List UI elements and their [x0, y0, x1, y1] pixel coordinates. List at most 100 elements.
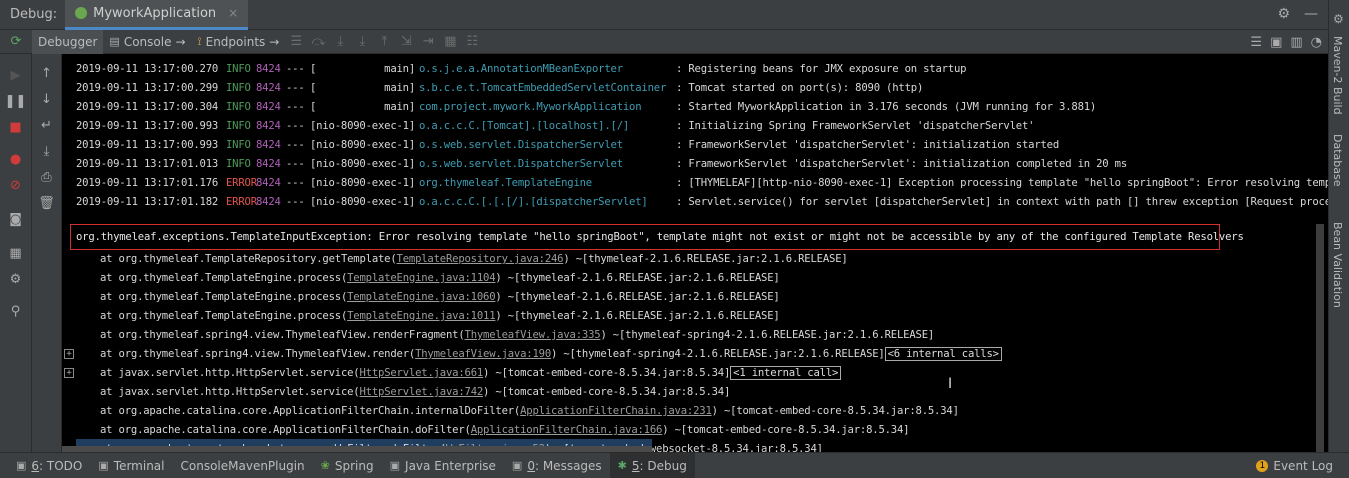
messages-icon: ▣	[511, 459, 523, 472]
stack-trace-row: at javax.servlet.http.HttpServlet.servic…	[100, 383, 730, 402]
stack-frame-text: at javax.servlet.http.HttpServlet.servic…	[100, 386, 360, 398]
trash-icon[interactable]: 🗑	[32, 196, 61, 211]
gauge-icon[interactable]: ◔	[1311, 35, 1322, 50]
source-link[interactable]: ThymeleafView.java:190	[415, 348, 551, 360]
source-link[interactable]: TemplateEngine.java:1011	[347, 310, 495, 322]
todo-icon: ▣	[16, 459, 27, 472]
log-message: : FrameworkServlet 'dispatcherServlet': …	[676, 139, 1060, 151]
tab-debugger[interactable]: Debugger	[32, 29, 104, 54]
log-logger: o.s.web.servlet.DispatcherServlet	[419, 158, 623, 170]
stack-frame-text: at org.apache.catalina.core.ApplicationF…	[100, 424, 471, 436]
stack-trace-row: at org.thymeleaf.TemplateRepository.getT…	[100, 250, 848, 269]
status-tool-label: Java Enterprise	[405, 458, 496, 473]
view-breakpoints-icon[interactable]: ●	[0, 152, 31, 167]
source-link[interactable]: HttpServlet.java:742	[359, 386, 483, 398]
force-step-into-icon[interactable]: ⤓	[351, 34, 373, 49]
print-icon[interactable]: ⎙	[32, 170, 61, 185]
gear-icon[interactable]: ⚙	[0, 272, 31, 287]
down-arrow-icon[interactable]: ↓	[32, 92, 61, 107]
close-tab-icon[interactable]: ×	[228, 6, 238, 20]
layout-icon[interactable]: ☰	[1250, 35, 1262, 50]
maven-build-tool[interactable]: Maven-2 Build	[1331, 36, 1344, 115]
pause-icon[interactable]: ❚❚	[0, 94, 31, 109]
right-gear-icon[interactable]: ⚙	[1333, 12, 1344, 26]
status-tool-6[interactable]: ✱ 5: Debug	[609, 452, 695, 478]
status-tool-4[interactable]: ▣ Java Enterprise	[382, 453, 504, 478]
tab-endpoints-arrow: →	[269, 34, 280, 49]
source-link[interactable]: ApplicationFilterChain.java:166	[471, 424, 663, 436]
tab-endpoints-label: Endpoints	[205, 34, 266, 49]
soft-wrap-icon[interactable]: ↵	[32, 118, 61, 133]
source-link[interactable]: HttpServlet.java:661	[359, 367, 483, 379]
expand-fold-icon[interactable]: +	[64, 349, 74, 359]
console-actions-strip: ↑ ↓ ↵ ⤓ ⎙ 🗑	[32, 54, 62, 452]
status-tool-0[interactable]: ▣ 6: TODO	[8, 453, 90, 478]
pin-icon[interactable]: ⚲	[0, 304, 31, 319]
bean-validation-tool[interactable]: Bean Validation	[1331, 222, 1344, 308]
mute-breakpoints-icon[interactable]: ⊘	[0, 178, 31, 193]
status-tool-1[interactable]: ▣ Terminal	[90, 453, 172, 478]
internal-calls-pill[interactable]: <6 internal calls>	[884, 347, 1002, 361]
stack-frame-text: at org.thymeleaf.TemplateEngine.process(	[100, 310, 348, 322]
drop-frame-icon[interactable]: ⇲	[395, 34, 417, 49]
log-thread: [nio-8090-exec-1]	[310, 158, 416, 170]
run-config-tab[interactable]: MyworkApplication ×	[65, 0, 249, 30]
run-to-cursor-icon[interactable]: ⇥	[417, 34, 439, 49]
status-tool-3[interactable]: ❀ Spring	[313, 453, 382, 478]
source-link[interactable]: ApplicationFilterChain.java:231	[520, 405, 712, 417]
stack-trace-row: at org.thymeleaf.TemplateEngine.process(…	[100, 269, 780, 288]
status-tool-5[interactable]: ▣ 0: Messages	[504, 453, 610, 478]
debug-toolbar: ⟳ Debugger ▤ Console → ⟟ Endpoints → ☰ ⤼…	[0, 29, 1328, 54]
log-separator: ---	[286, 177, 305, 189]
source-link[interactable]: TemplateEngine.java:1060	[347, 291, 495, 303]
trace-icon[interactable]: ☷	[461, 34, 483, 49]
camera-icon[interactable]: ◙	[0, 212, 31, 227]
log-thread: [nio-8090-exec-1]	[310, 196, 416, 208]
show-execution-point-icon[interactable]: ☰	[285, 34, 307, 49]
log-message: : Registering beans for JMX exposure on …	[676, 63, 967, 75]
vertical-scrollbar[interactable]	[1316, 224, 1324, 452]
layout-settings-icon[interactable]: ▦	[0, 246, 31, 261]
log-message: : Started MyworkApplication in 3.176 sec…	[676, 101, 1097, 113]
source-link[interactable]: TemplateRepository.java:246	[397, 253, 564, 265]
log-date: 2019-09-11 13:17:00.993	[76, 120, 219, 132]
spring-icon: ❀	[320, 459, 330, 472]
tab-console[interactable]: ▤ Console →	[103, 30, 191, 54]
stop-icon[interactable]: ■	[0, 120, 31, 135]
log-message: : Tomcat started on port(s): 8090 (http)	[676, 82, 924, 94]
log-level: INFO	[226, 101, 251, 113]
stack-frame-text: at org.thymeleaf.TemplateRepository.getT…	[100, 253, 397, 265]
rerun-icon[interactable]: ⟳	[0, 34, 32, 49]
internal-calls-pill[interactable]: <1 internal call>	[730, 366, 842, 380]
scroll-to-end-icon[interactable]: ⤓	[32, 144, 61, 159]
step-into-icon[interactable]: ⤓	[329, 34, 351, 49]
expand-fold-icon[interactable]: +	[64, 368, 74, 378]
source-link[interactable]: ThymeleafView.java:335	[465, 329, 601, 341]
restore-layout-icon[interactable]: ▣	[1270, 35, 1282, 50]
tab-debugger-label: Debugger	[38, 34, 98, 49]
status-tool-label: : Messages	[534, 458, 602, 473]
event-log-label: Event Log	[1273, 459, 1333, 473]
stack-frame-jar: ) ~[tomcat-embed-core-8.5.34.jar:8.5.34]	[662, 424, 910, 436]
event-log-button[interactable]: 1 Event Log	[1256, 453, 1333, 478]
status-tool-2[interactable]: ConsoleMavenPlugin	[173, 453, 313, 478]
step-over-icon[interactable]: ⤼	[307, 34, 329, 49]
evaluate-expression-icon[interactable]: ▦	[439, 34, 461, 49]
minimize-icon[interactable]: —	[1304, 6, 1318, 22]
database-tool[interactable]: Database	[1331, 134, 1344, 187]
log-logger: o.s.web.servlet.DispatcherServlet	[419, 139, 623, 151]
tab-endpoints[interactable]: ⟟ Endpoints →	[192, 30, 286, 54]
log-level: ERROR	[226, 177, 257, 189]
log-message: : Servlet.service() for servlet [dispatc…	[676, 196, 1328, 208]
log-date: 2019-09-11 13:17:01.176	[76, 177, 219, 189]
console-output[interactable]: 2019-09-11 13:17:00.270 INFO 8424 --- [ main…	[62, 54, 1328, 452]
log-thread: [ main]	[310, 82, 416, 94]
status-tool-number: 6	[31, 458, 40, 473]
up-arrow-icon[interactable]: ↑	[32, 66, 61, 81]
step-out-icon[interactable]: ⤒	[373, 34, 395, 49]
resume-icon[interactable]: ▶	[0, 68, 31, 83]
memory-icon[interactable]: ▥	[1290, 35, 1302, 50]
source-link[interactable]: TemplateEngine.java:1104	[347, 272, 495, 284]
log-pid: 8424	[256, 196, 281, 208]
settings-gear-icon[interactable]: ⚙	[1277, 6, 1290, 22]
